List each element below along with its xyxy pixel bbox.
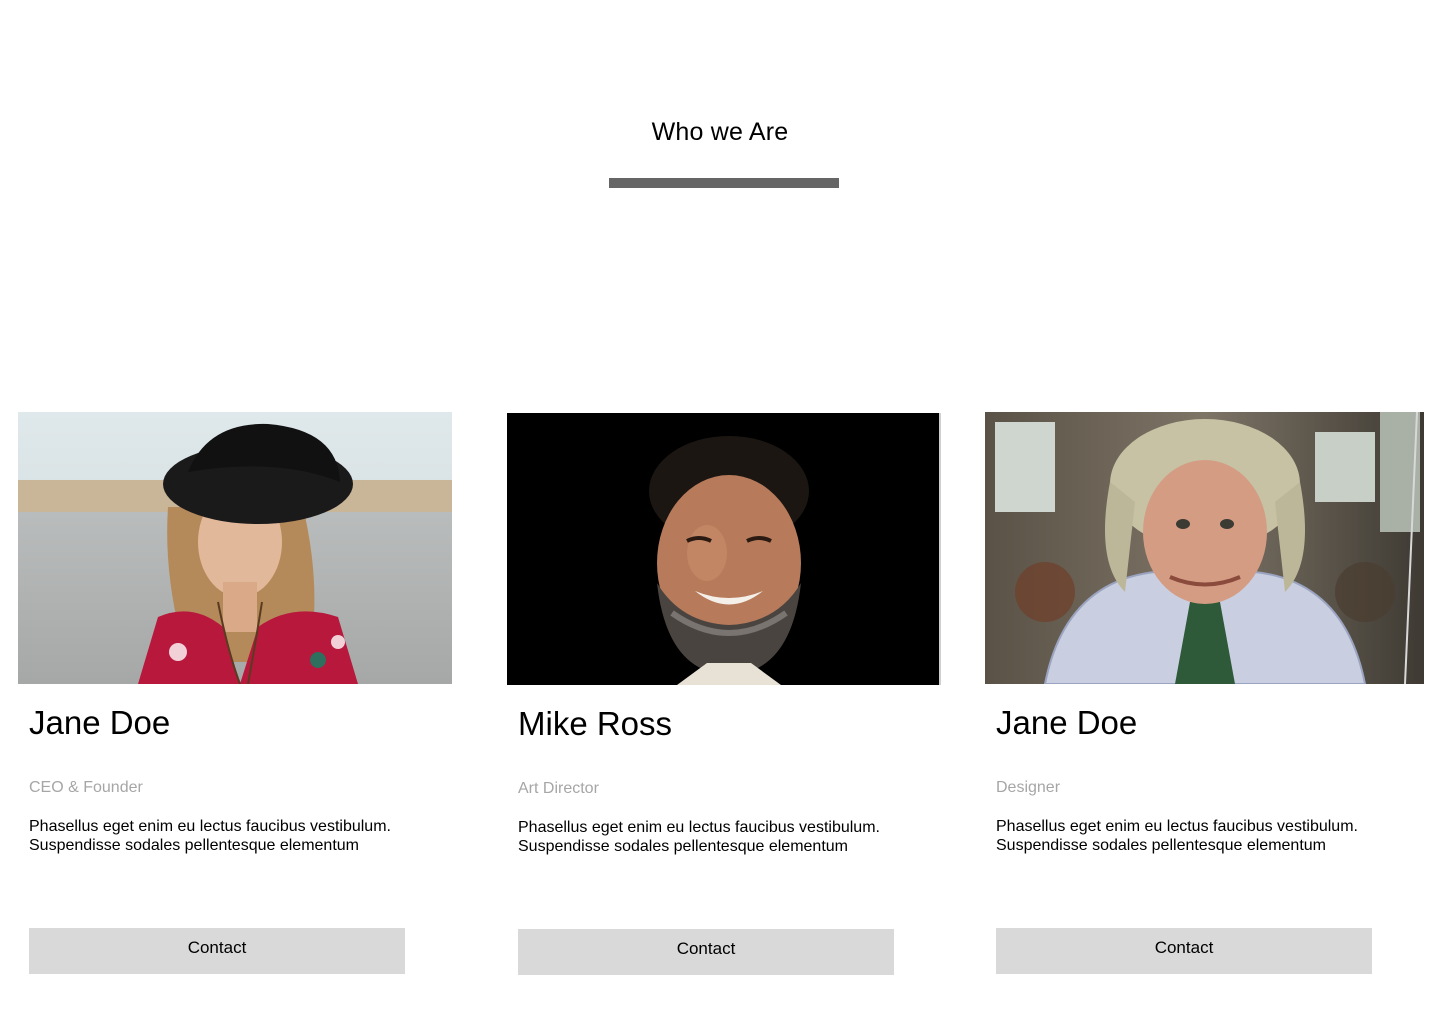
team-card-1: Jane Doe CEO & Founder Phasellus eget en… — [18, 412, 456, 992]
team-photo-3 — [985, 412, 1424, 684]
team-photo-1 — [18, 412, 452, 684]
team-bio: Phasellus eget enim eu lectus faucibus v… — [996, 818, 1358, 854]
team-name: Jane Doe — [996, 704, 1138, 741]
contact-button[interactable]: Contact — [518, 929, 894, 975]
team-bio: Phasellus eget enim eu lectus faucibus v… — [29, 818, 391, 854]
team-role: Art Director — [518, 780, 599, 797]
team-name: Jane Doe — [29, 704, 171, 741]
team-bio: Phasellus eget enim eu lectus faucibus v… — [518, 819, 880, 855]
section-title: Who we Are — [651, 118, 789, 146]
team-role: Designer — [996, 779, 1061, 796]
team-card-3: Jane Doe Designer Phasellus eget enim eu… — [985, 412, 1424, 992]
contact-button[interactable]: Contact — [996, 928, 1372, 974]
team-photo-2 — [507, 413, 941, 685]
team-card-2: Mike Ross Art Director Phasellus eget en… — [507, 413, 945, 993]
contact-button[interactable]: Contact — [29, 928, 405, 974]
team-role: CEO & Founder — [29, 779, 143, 796]
title-underline — [609, 178, 839, 188]
team-name: Mike Ross — [518, 705, 673, 742]
